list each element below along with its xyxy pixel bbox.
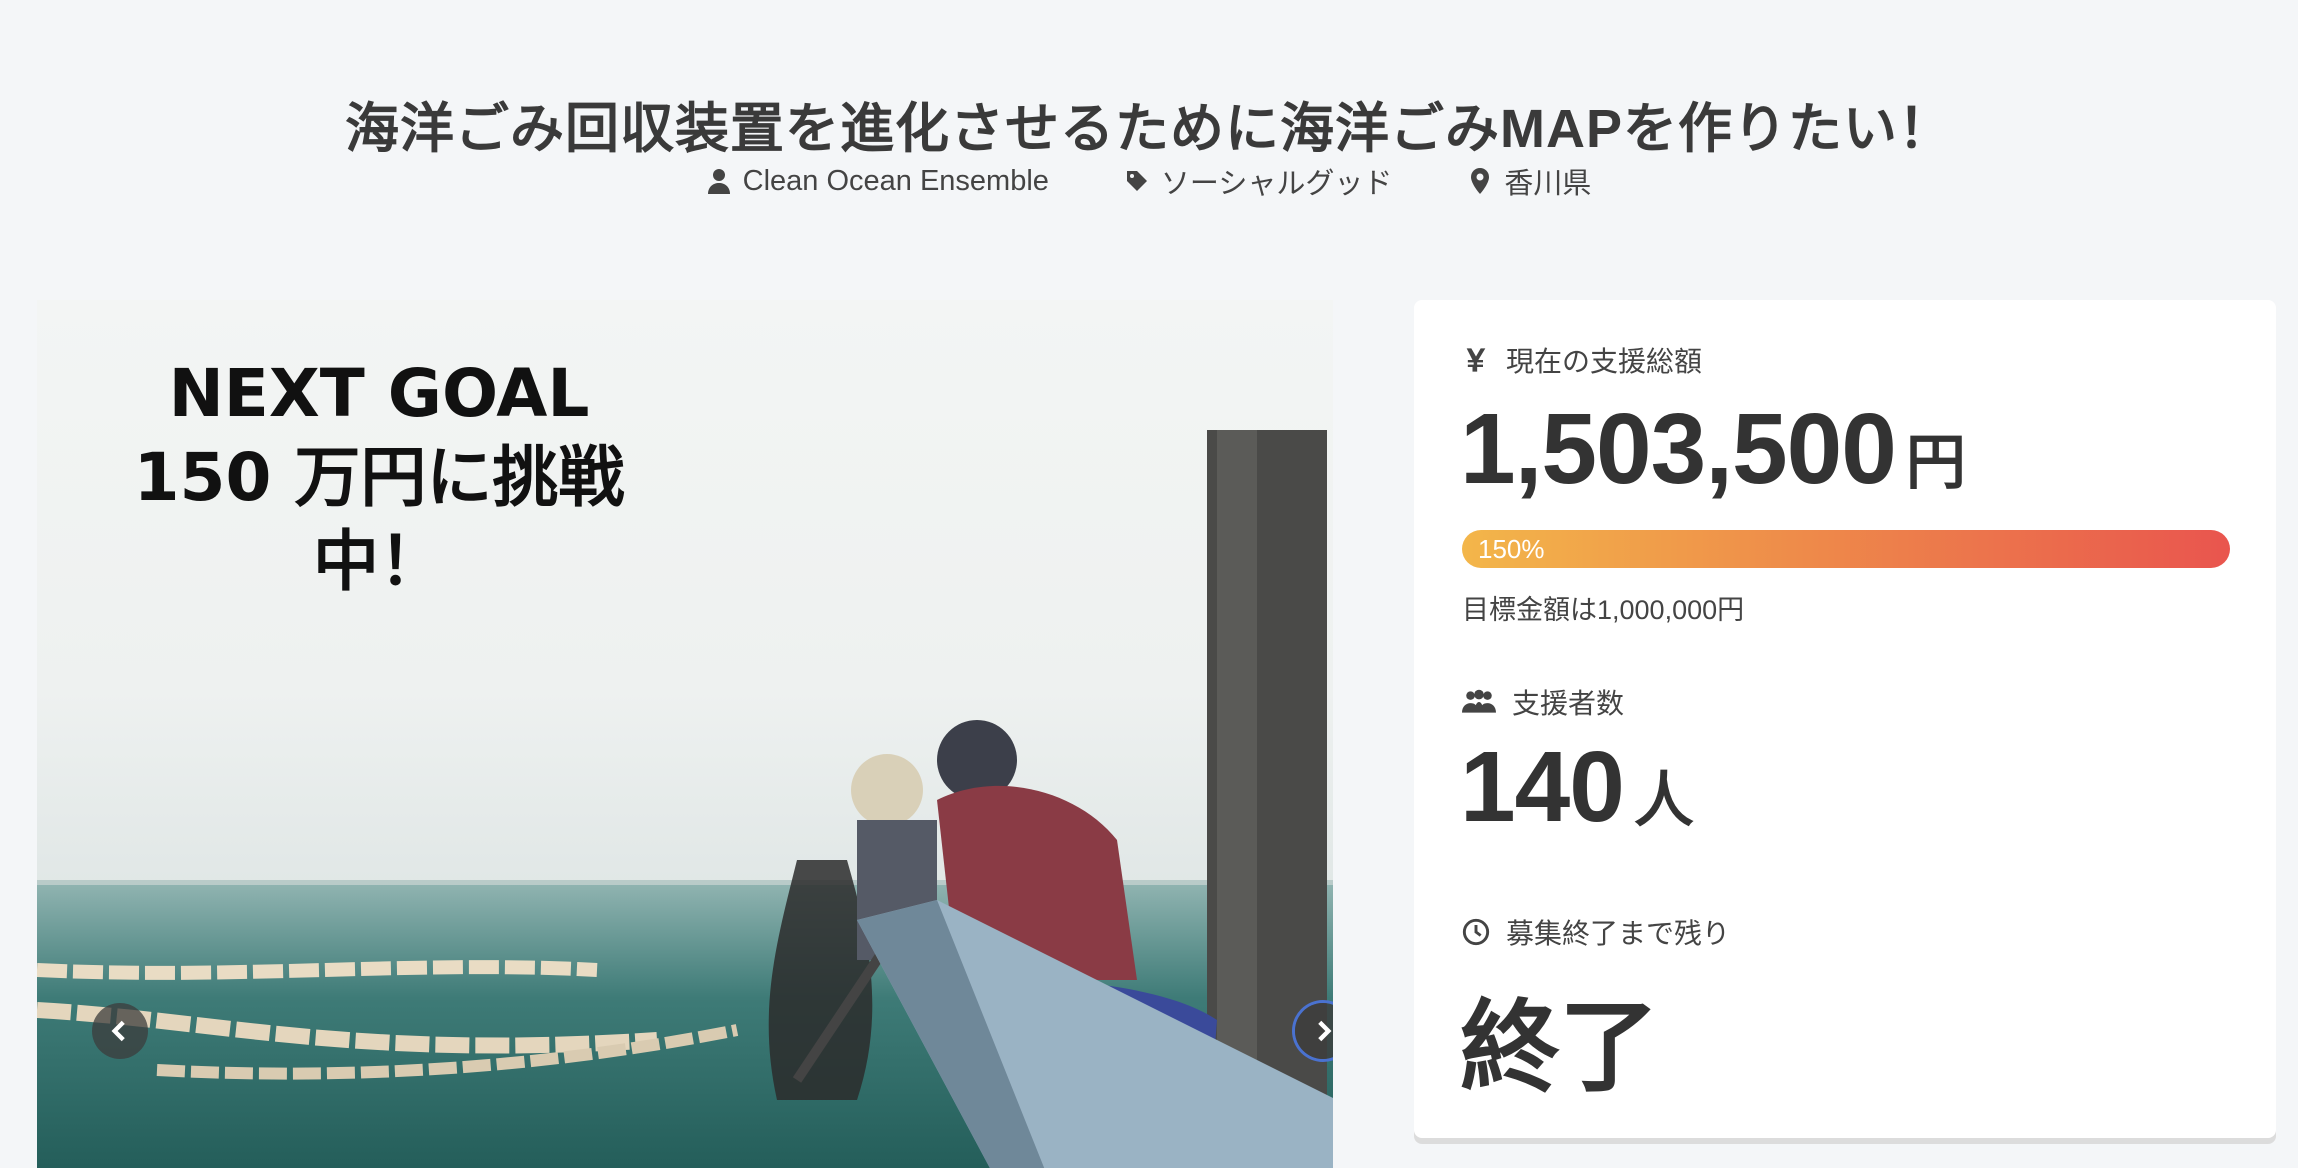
boat-graphic [857,900,1333,1168]
hero-overlay-text: NEXT GOAL 150 万円に挑戦中！ [79,352,679,604]
location-link[interactable]: 香川県 [1468,160,1591,202]
carousel-prev-button[interactable] [92,1003,148,1059]
amount-label: 現在の支援総額 [1506,346,1703,377]
category-name: ソーシャルグッド [1160,168,1393,200]
supporters-label: 支援者数 [1512,688,1625,719]
clock-icon [1462,918,1490,946]
hero-overlay-line2: 150 万円に挑戦中！ [133,439,625,600]
amount-value-row: 1,503,500 円 [1460,392,1966,507]
remaining-value: 終了 [1460,992,1659,1104]
supporters-value-row: 140 人 [1460,730,1694,845]
supporters-unit: 人 [1633,767,1694,834]
amount-label-row: 現在の支援総額 [1462,340,1702,380]
page-title: 海洋ごみ回収装置を進化させるために海洋ごみMAPを作りたい！ [345,99,1953,160]
progress-label: 150% [1478,534,1545,564]
project-meta: Clean Ocean Ensemble ソーシャルグッド 香川県 [0,160,2298,202]
supporters-label-row: 支援者数 [1462,682,1624,722]
yen-icon [1466,348,1486,372]
category-link[interactable]: ソーシャルグッド [1125,160,1392,202]
remaining-value-row: 終了 [1460,966,1659,1111]
float-line-graphic [37,960,739,1080]
supporters-value: 140 [1460,731,1625,843]
map-pin-icon [1471,168,1490,194]
location-name: 香川県 [1504,168,1592,200]
tag-icon [1126,171,1147,191]
owner-name: Clean Ocean Ensemble [742,164,1049,197]
funding-summary-card: 現在の支援総額 1,503,500 円 150% 目標金額は1,000,000円… [1414,300,2276,1138]
chevron-right-icon [1318,1020,1332,1042]
remaining-label-row: 募集終了まで残り [1462,912,1730,952]
amount-value: 1,503,500 [1460,393,1897,505]
owner-link[interactable]: Clean Ocean Ensemble [707,160,1049,202]
person-icon [707,169,730,194]
chevron-left-icon [111,1020,125,1042]
amount-unit: 円 [1905,429,1966,496]
funding-progress-bar: 150% [1462,530,2230,568]
remaining-label: 募集終了まで残り [1506,918,1731,949]
goal-amount-text: 目標金額は1,000,000円 [1462,595,1745,625]
hero-overlay-line1: NEXT GOAL [168,355,590,432]
people-icon [1462,689,1496,713]
project-image-carousel[interactable]: NEXT GOAL 150 万円に挑戦中！ [37,300,1333,1168]
